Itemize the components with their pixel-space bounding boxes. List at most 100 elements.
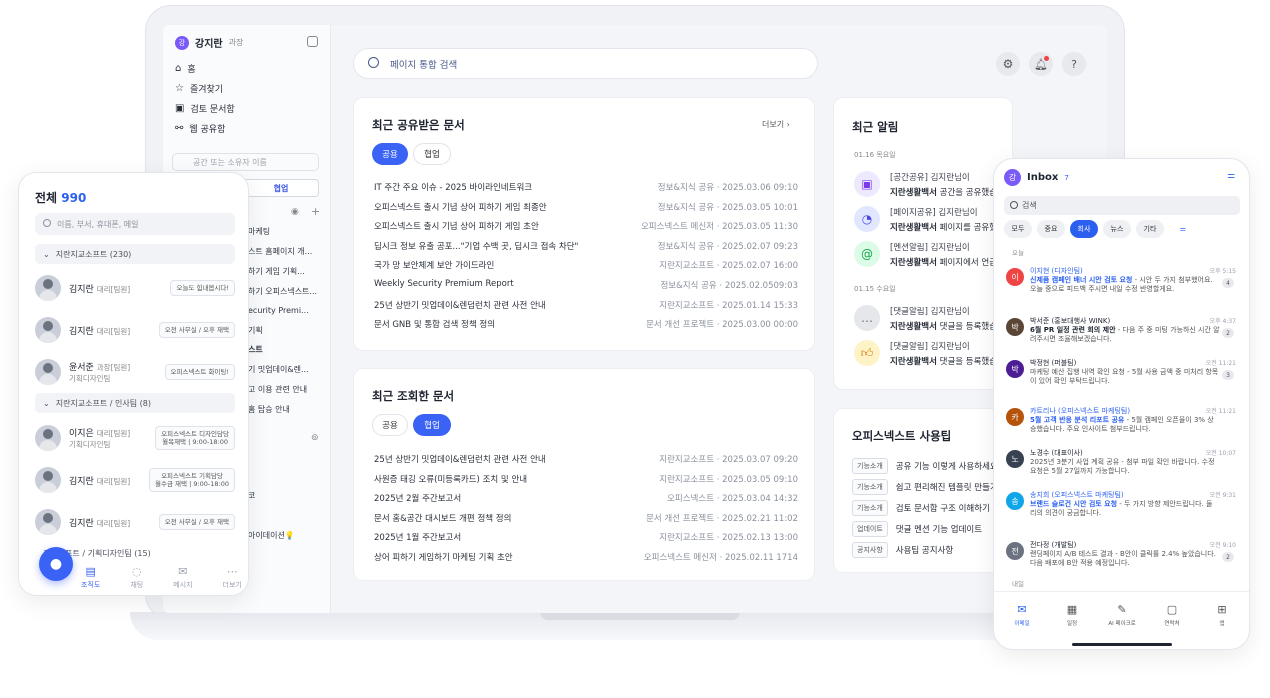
nav-message[interactable]: ✉ 메시지 [173, 565, 192, 590]
doc-row[interactable]: 2025년 1월 주간보고서 지란지교소프트 · 2025.02.13 13:00 [374, 531, 798, 543]
nav-ai[interactable]: ✎ AI 페이크로 [1102, 603, 1142, 627]
space-item[interactable]: 고 이용 관련 안내 [248, 384, 307, 395]
doc-row[interactable]: 딥시크 정보 유출 공포..."기업 수백 곳, 딥시크 접속 차단" 정보&지식… [374, 240, 798, 252]
mail-item[interactable]: 박 박정현 (퍼블팀) 오전 11:21 마케팅 예산 집행 내역 확인 요청 - 5… [1006, 358, 1238, 402]
doc-row[interactable]: 문서 GNB 및 통합 검색 정책 정의 문서 개선 프로젝트 · 2025.03… [374, 318, 798, 330]
space-item[interactable]: 아이데이션💡 [248, 530, 295, 541]
collapse-sidebar-icon[interactable] [307, 36, 318, 47]
doc-meta: 문서 개선 프로젝트 · 2025.02.21 11:02 [646, 513, 798, 524]
space-item[interactable]: 스트 [248, 344, 263, 355]
tab-collab[interactable]: 협업 [413, 143, 451, 165]
mail-item[interactable]: 카 카트리나 (오피스넥스트 마케팅팀) 오전 11:21 5월 고객 반응 분석 리… [1006, 406, 1238, 450]
tab-public[interactable]: 공용 [372, 143, 408, 165]
mail-item[interactable]: 노 노경수 (대표이사) 오전 10:07 2025년 3분기 사업 계획 공유 - … [1006, 448, 1238, 492]
doc-row[interactable]: 2025년 2월 주간보고서 오피스넥스트 · 2025.03.04 14:32 [374, 492, 798, 504]
space-item[interactable]: 마케팅 [248, 226, 270, 237]
doc-meta: 정보&지식 공유 · 2025.03.05 10:01 [657, 202, 798, 213]
nav-more[interactable]: ⋯ 더보기 [223, 565, 242, 590]
mail-sender: 노경수 (대표이사) [1030, 449, 1083, 457]
space-item[interactable]: 기획 [248, 325, 263, 336]
space-item[interactable]: 홈 탑승 안내 [248, 404, 290, 415]
chip-etc[interactable]: 기타 [1136, 220, 1164, 238]
person-row[interactable]: 김지란 대리[팀원] 오피스넥스트 기획담당 월수금 재택 | 9:00-18:0… [35, 465, 235, 495]
sidebar-item-favorites[interactable]: ☆ 즐겨찾기 [175, 82, 223, 95]
sidebar-item-review[interactable]: ▣ 검토 문서함 [175, 102, 235, 115]
settings-small-icon[interactable]: ⊚ [311, 433, 319, 443]
space-item[interactable]: 코 [248, 490, 255, 501]
eye-icon[interactable]: ◉ [291, 207, 299, 217]
person-team: 기획디자인팀 [69, 440, 111, 449]
mail-item[interactable]: 전 전다정 (개발팀) 오전 9:10 랜딩페이지 A/B 테스트 결과 - B안이 … [1006, 540, 1238, 584]
doc-row[interactable]: 오피스넥스트 출시 기념 상어 피하기 게임 최종안 정보&지식 공유 · 202… [374, 201, 798, 213]
doc-row[interactable]: IT 주간 주요 이슈 - 2025 바이라인네트워크 정보&지식 공유 · 20… [374, 181, 798, 193]
more-link[interactable]: 더보기 › [762, 119, 790, 130]
space-item[interactable]: 스트 홈페이지 개... [248, 246, 312, 257]
alert-item[interactable]: [멘션알림] 김지란님이 지란생활백서 페이지에서 언급 [890, 241, 997, 268]
nav-calendar[interactable]: ▦ 일정 [1052, 603, 1092, 627]
sender-avatar: 카 [1006, 408, 1024, 426]
doc-meta: 지란지교소프트 · 2025.01.14 15:33 [659, 300, 798, 311]
doc-meta: 지란지교소프트 · 2025.02.07 16:00 [659, 261, 798, 272]
space-item[interactable]: 기 밋업데이&렌... [248, 364, 309, 375]
avatar[interactable]: 강 [1004, 169, 1021, 186]
usage-row[interactable]: 기능소개 공유 기능 이렇게 사용하세요 [852, 458, 998, 474]
chip-company[interactable]: 회사 [1070, 220, 1098, 238]
doc-row[interactable]: 사원증 태깅 오류(미등록카드) 조치 및 안내 지란지교소프트 · 2025.0… [374, 473, 798, 485]
mail-item[interactable]: 이 이지현 (디자인팀) 오후 5:15 신제품 캠페인 배너 시안 검토 요청 - … [1006, 266, 1238, 310]
nav-org[interactable]: ▤ 조직도 [81, 565, 100, 590]
org-search-input[interactable]: 이름, 부서, 휴대폰, 메일 [35, 213, 235, 235]
usage-row[interactable]: 기능소개 검토 문서함 구조 이해하기 [852, 500, 990, 516]
settings-button[interactable]: ⚙ [996, 52, 1020, 76]
user-profile[interactable]: 강 강지란 과장 [175, 35, 243, 50]
tab-collab[interactable]: 협업 [413, 414, 451, 436]
notification-button[interactable]: 🔔︎ [1029, 52, 1053, 76]
space-item[interactable]: 하기 오피스넥스트... [248, 286, 317, 297]
person-row[interactable]: 김지란 대리[팀원] 오전 사무실 / 오후 재택 [35, 507, 235, 537]
space-item[interactable]: ecurity Premi... [248, 306, 309, 315]
tab-collab[interactable]: 협업 [243, 179, 319, 197]
person-row[interactable]: 김지란 대리[팀원] 오늘도 힘내봅시다! [35, 273, 235, 303]
mail-item[interactable]: 송 송지희 (오피스넥스트 마케팅팀) 오전 9:31 브랜드 슬로건 시안 검토 요… [1006, 490, 1238, 534]
alert-item[interactable]: [공간공유] 김지란님이 지란생활백서 공간을 공유했습 [890, 171, 997, 198]
nav-mail[interactable]: ✉ 이메일 [1002, 603, 1042, 627]
profile-fab[interactable]: ● [39, 547, 73, 581]
mail-item[interactable]: 박 박서준 (홍보대행사 WINK) 오후 4:37 6월 PR 일정 관련 회의 제… [1006, 316, 1238, 360]
nav-chat[interactable]: ◌ 채팅 [130, 565, 143, 590]
alert-item[interactable]: [페이지공유] 김지란님이 지란생활백서 페이지를 공유했 [890, 206, 997, 233]
usage-row[interactable]: 기능소개 쉽고 편리해진 템플릿 만들기 [852, 479, 998, 495]
filter-icon[interactable]: ⚌ [1227, 171, 1235, 181]
doc-row[interactable]: 국가 망 보안체계 보안 가이드라인 지란지교소프트 · 2025.02.07 1… [374, 259, 798, 271]
tab-public[interactable]: 공용 [372, 414, 408, 436]
chip-settings-icon[interactable]: ⚌ [1169, 220, 1197, 238]
page-search-input[interactable]: 페이지 통합 검색 [353, 48, 818, 79]
person-row[interactable]: 윤서준 과장[팀원] 기획디자인팀 오피스넥스트 화이팅! [35, 357, 235, 387]
help-button[interactable]: ? [1062, 52, 1086, 76]
space-item[interactable]: 하기 게임 기획... [248, 266, 305, 277]
doc-row[interactable]: 상어 피하기 게임하기 마케팅 기획 초안 오피스넥스트 메신저 · 2025.0… [374, 551, 798, 563]
chip-important[interactable]: 중요 [1037, 220, 1065, 238]
person-row[interactable]: 이지은 대리[팀원] 기획디자인팀 오피스넥스트 디자인담당 월목재택 | 9:00… [35, 423, 235, 453]
alert-item[interactable]: [댓글알림] 김지란님이 지란생활백서 댓글을 등록했습 [890, 305, 997, 332]
doc-row[interactable]: 문서 홈&공간 대시보드 개편 정책 정의 문서 개선 프로젝트 · 2025.0… [374, 512, 798, 524]
person-row[interactable]: 김지란 대리[팀원] 오전 사무실 / 오후 재택 [35, 315, 235, 345]
sidebar-item-web-share[interactable]: ⚯ 웹 공유함 [175, 122, 225, 135]
doc-row[interactable]: 25년 상반기 밋업데이&렌덤런치 관련 사전 안내 지란지교소프트 · 2025… [374, 299, 798, 311]
usage-text: 공유 기능 이렇게 사용하세요 [895, 462, 998, 472]
chip-all[interactable]: 모두 [1004, 220, 1032, 238]
alert-item[interactable]: [댓글알림] 김지란님이 지란생활백서 댓글을 등록했습 [890, 340, 997, 367]
usage-row[interactable]: 공지사항 사용팁 공지사항 [852, 542, 953, 558]
doc-row[interactable]: 25년 상반기 밋업데이&렌덤런치 관련 사전 안내 지란지교소프트 · 2025… [374, 453, 798, 465]
space-search-input[interactable]: 공간 또는 소유자 이름 [172, 153, 319, 171]
add-icon[interactable]: + [311, 205, 320, 218]
doc-row[interactable]: Weekly Security Premium Report 정보&지식 공유 ·… [374, 279, 798, 291]
nav-apps[interactable]: ⊞ 앱 [1202, 603, 1242, 627]
doc-row[interactable]: 오피스넥스트 출시 기념 상어 피하기 게임 초안 오피스넥스트 메신저 · 20… [374, 220, 798, 232]
org-section[interactable]: ⌄ 지란지교소프트 / 인사팀 (8) [35, 393, 235, 413]
usage-row[interactable]: 업데이트 댓글 멘션 기능 업데이트 [852, 521, 982, 537]
chip-news[interactable]: 뉴스 [1103, 220, 1131, 238]
sidebar-item-home[interactable]: ⌂ 홈 [175, 62, 196, 75]
inbox-search-input[interactable]: 검색 [1004, 196, 1240, 215]
org-count: 990 [61, 191, 87, 205]
org-section[interactable]: ⌄ 지란지교소프트 (230) [35, 244, 235, 264]
nav-contacts[interactable]: ▢ 연락처 [1152, 603, 1192, 627]
